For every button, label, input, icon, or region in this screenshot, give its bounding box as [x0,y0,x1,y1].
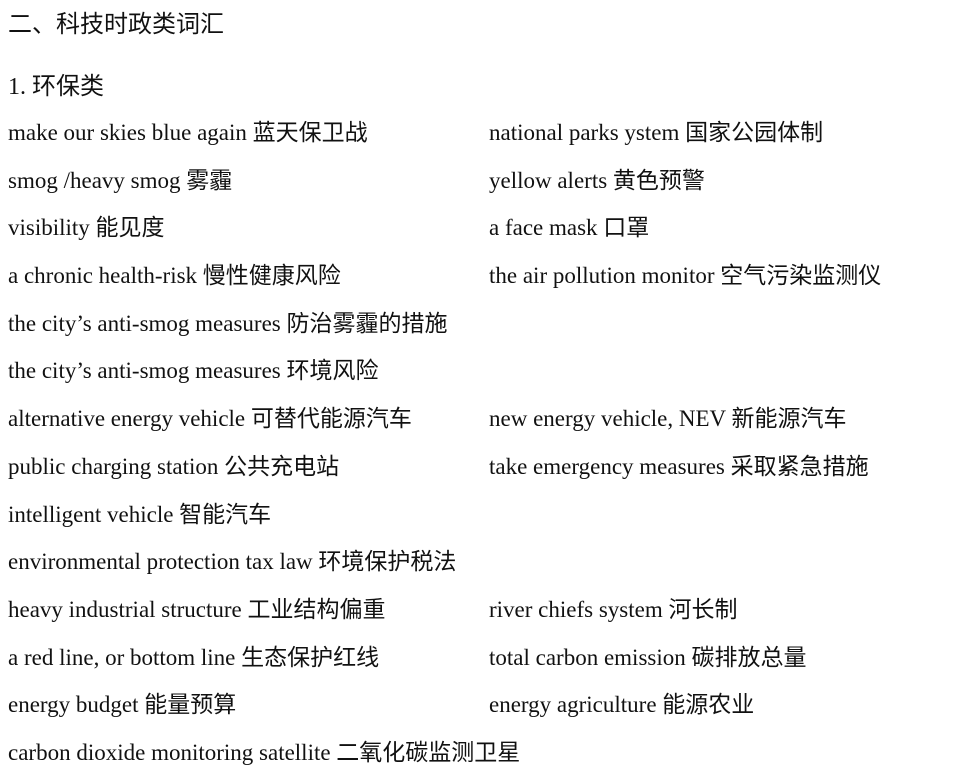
vocabulary-row: environmental protection tax law 环境保护税法 [0,545,964,593]
vocabulary-list: make our skies blue again 蓝天保卫战 national… [0,116,964,784]
vocabulary-term: a face mask 口罩 [489,215,650,241]
vocabulary-term: new energy vehicle, NEV 新能源汽车 [489,406,847,432]
vocabulary-term: smog /heavy smog 雾霾 [8,167,233,193]
vocabulary-row: the city’s anti-smog measures 环境风险 [0,354,964,402]
subsection-heading: 1. 环保类 [8,74,104,100]
vocabulary-term: visibility 能见度 [8,215,165,241]
vocabulary-term: carbon dioxide monitoring satellite 二氧化碳… [8,739,521,765]
vocabulary-row: visibility 能见度 a face mask 口罩 [0,211,964,259]
vocabulary-row: carbon dioxide monitoring satellite 二氧化碳… [0,736,964,784]
vocabulary-term: total carbon emission 碳排放总量 [489,644,807,670]
vocabulary-row: a chronic health-risk 慢性健康风险 the air pol… [0,259,964,307]
vocabulary-term: alternative energy vehicle 可替代能源汽车 [8,406,412,432]
vocabulary-term: intelligent vehicle 智能汽车 [8,501,272,527]
vocabulary-term: take emergency measures 采取紧急措施 [489,453,869,479]
vocabulary-term: a chronic health-risk 慢性健康风险 [8,263,341,289]
vocabulary-term: the city’s anti-smog measures 环境风险 [8,358,379,384]
vocabulary-term: national parks ystem 国家公园体制 [489,120,824,145]
vocabulary-row: energy budget 能量预算 energy agriculture 能源… [0,688,964,736]
vocabulary-term: the city’s anti-smog measures 防治雾霾的措施 [8,310,448,336]
vocabulary-term: energy budget 能量预算 [8,692,237,718]
vocabulary-term: energy agriculture 能源农业 [489,692,755,718]
vocabulary-term: a red line, or bottom line 生态保护红线 [8,644,380,670]
document-page: 二、科技时政类词汇 1. 环保类 make our skies blue aga… [0,0,964,776]
vocabulary-term: make our skies blue again 蓝天保卫战 [8,120,368,145]
vocabulary-term: the air pollution monitor 空气污染监测仪 [489,263,882,289]
vocabulary-term: public charging station 公共充电站 [8,453,340,479]
vocabulary-row: public charging station 公共充电站 take emerg… [0,450,964,498]
vocabulary-row: alternative energy vehicle 可替代能源汽车 new e… [0,402,964,450]
section-heading: 二、科技时政类词汇 [8,12,224,38]
vocabulary-term: yellow alerts 黄色预警 [489,167,705,193]
vocabulary-row: heavy industrial structure 工业结构偏重 river … [0,593,964,641]
vocabulary-row: make our skies blue again 蓝天保卫战 national… [0,116,964,164]
vocabulary-row: smog /heavy smog 雾霾 yellow alerts 黄色预警 [0,164,964,212]
vocabulary-row: the city’s anti-smog measures 防治雾霾的措施 [0,307,964,355]
vocabulary-row: a red line, or bottom line 生态保护红线 total … [0,641,964,689]
vocabulary-row: intelligent vehicle 智能汽车 [0,498,964,546]
vocabulary-term: heavy industrial structure 工业结构偏重 [8,596,386,622]
vocabulary-term: environmental protection tax law 环境保护税法 [8,549,457,575]
vocabulary-term: river chiefs system 河长制 [489,596,738,622]
